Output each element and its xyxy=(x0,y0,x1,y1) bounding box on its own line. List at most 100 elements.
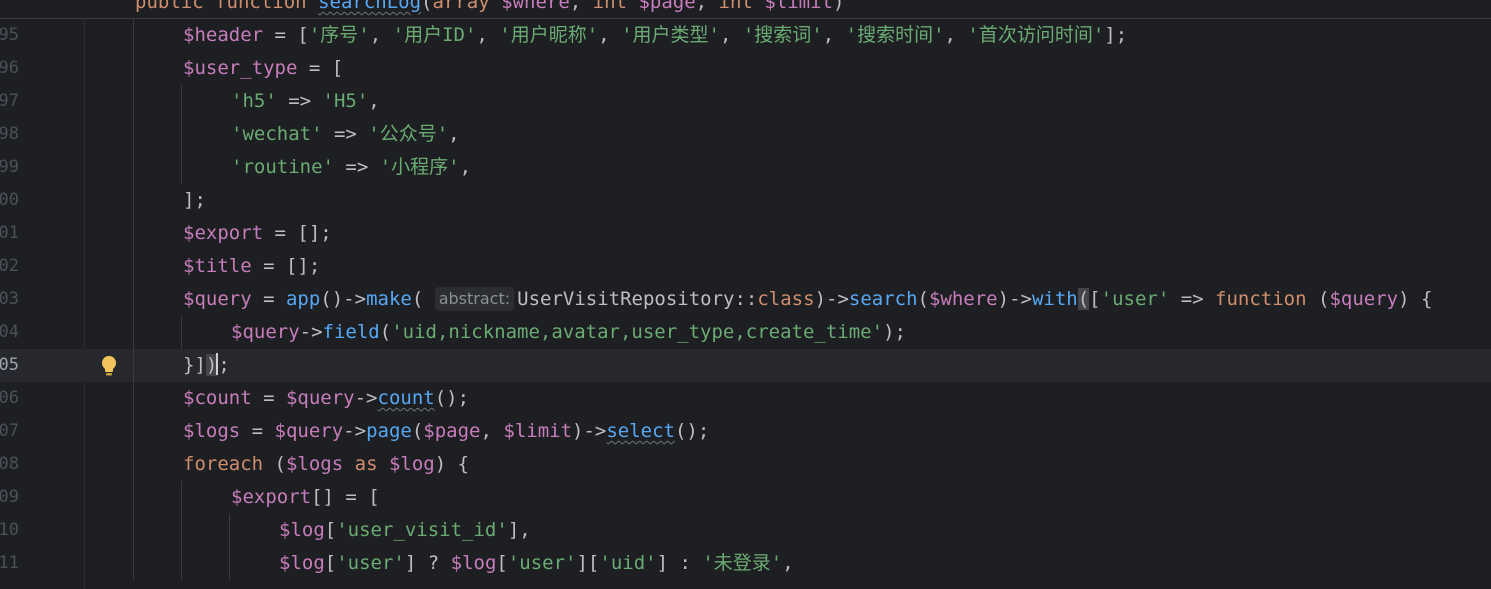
code-line[interactable]: 11 $log['user'] ? $log['user']['uid'] : '… xyxy=(0,547,1491,580)
indent-guide xyxy=(181,547,182,580)
code-token: , xyxy=(448,123,460,145)
code-token: 'wechat' xyxy=(231,123,323,145)
code-token: 'user' xyxy=(507,552,577,574)
code-line[interactable]: 97 'h5' => 'H5', xyxy=(0,85,1491,118)
code-token: $header xyxy=(183,24,264,46)
code-token: (); xyxy=(674,420,710,442)
line-number[interactable]: 05 xyxy=(0,349,19,382)
line-number[interactable]: 07 xyxy=(0,415,19,448)
code-token: $export xyxy=(183,222,264,244)
line-number[interactable]: 97 xyxy=(0,85,19,118)
code-line[interactable]: 05}]); xyxy=(0,349,1491,382)
indent-guide xyxy=(133,250,134,283)
code-token: , xyxy=(476,24,500,46)
lightbulb-icon[interactable] xyxy=(99,355,119,377)
line-number[interactable]: 96 xyxy=(0,52,19,85)
line-number[interactable]: 02 xyxy=(0,250,19,283)
line-number[interactable]: 95 xyxy=(0,19,19,52)
indent-guide xyxy=(181,481,182,514)
indent-guide xyxy=(133,481,134,514)
line-number[interactable]: 09 xyxy=(0,481,19,514)
code-token: [ xyxy=(1089,288,1101,310)
indent-guide xyxy=(133,118,134,151)
code-token: -> xyxy=(354,387,378,409)
code-token: '小程序' xyxy=(379,156,460,178)
code-line[interactable]: 99 'routine' => '小程序', xyxy=(0,151,1491,184)
code-token: 'H5' xyxy=(322,90,369,112)
code-line[interactable]: 98 'wechat' => '公众号', xyxy=(0,118,1491,151)
code-line[interactable]: 08 foreach ($logs as $log) { xyxy=(0,448,1491,481)
code-line[interactable]: 02 $title = []; xyxy=(0,250,1491,283)
code-line[interactable]: 96 $user_type = [ xyxy=(0,52,1491,85)
line-number[interactable]: 03 xyxy=(0,283,19,316)
line-code: 'h5' => 'H5', xyxy=(231,85,380,118)
line-number[interactable]: 04 xyxy=(0,316,19,349)
code-token: select xyxy=(606,420,675,442)
code-token: '用户类型' xyxy=(621,24,720,46)
code-token: , xyxy=(480,420,504,442)
indent-guide xyxy=(133,316,134,349)
indent-guide xyxy=(133,547,134,580)
code-token: as xyxy=(354,453,378,475)
code-token: 'uid,nickname,avatar,user_type,create_ti… xyxy=(391,321,884,343)
indent-guide xyxy=(229,547,230,580)
indent-guide xyxy=(181,85,182,118)
code-token: , xyxy=(598,24,622,46)
line-number[interactable]: 01 xyxy=(0,217,19,250)
code-line[interactable]: 95 $header = ['序号', '用户ID', '用户昵称', '用户类型… xyxy=(0,19,1491,52)
line-number[interactable]: 11 xyxy=(0,547,19,580)
code-token: ], xyxy=(507,519,531,541)
code-line[interactable]: 07 $logs = $query->page($page, $limit)->s… xyxy=(0,415,1491,448)
line-code: 'wechat' => '公众号', xyxy=(231,118,460,151)
code-token: app xyxy=(285,288,321,310)
code-token: ) { xyxy=(434,453,470,475)
indent-guide xyxy=(181,316,182,349)
code-token: int xyxy=(718,0,753,13)
line-number[interactable]: 06 xyxy=(0,382,19,415)
sticky-header-code: public function searchLog(array $where, … xyxy=(135,0,844,18)
code-token: 'routine' xyxy=(231,156,334,178)
code-token: ] ? xyxy=(404,552,451,574)
code-token: $title xyxy=(183,255,252,277)
code-token: $page xyxy=(423,420,481,442)
code-token: (); xyxy=(434,387,470,409)
code-line[interactable]: 06 $count = $query->count(); xyxy=(0,382,1491,415)
sticky-function-header[interactable]: public function searchLog(array $where, … xyxy=(0,0,1491,19)
code-token: $logs xyxy=(285,453,344,475)
code-editor[interactable]: 94{95$header = ['序号', '用户ID', '用户昵称', '用… xyxy=(0,0,1491,589)
line-code: $count = $query->count(); xyxy=(183,382,469,415)
indent-guide xyxy=(133,283,134,316)
code-token: ( xyxy=(263,453,286,475)
code-line[interactable]: 10 $log['user_visit_id'], xyxy=(0,514,1491,547)
code-token: ( xyxy=(1306,288,1330,310)
indent-guide xyxy=(181,118,182,151)
code-token: ]; xyxy=(1104,24,1128,46)
code-line[interactable]: 04 $query->field('uid,nickname,avatar,use… xyxy=(0,316,1491,349)
code-token: $count xyxy=(183,387,252,409)
code-line[interactable]: 03 $query = app()->make( abstract: UserVis… xyxy=(0,283,1491,316)
code-token: ] : xyxy=(656,552,703,574)
line-number[interactable]: 00 xyxy=(0,184,19,217)
code-token: , xyxy=(368,90,380,112)
code-lines[interactable]: 94{95$header = ['序号', '用户ID', '用户昵称', '用… xyxy=(0,0,1491,589)
line-number[interactable]: 10 xyxy=(0,514,19,547)
code-line[interactable]: 09 $export[] = [ xyxy=(0,481,1491,514)
code-token: = [ xyxy=(297,57,344,79)
code-token: )-> xyxy=(997,288,1032,310)
line-number[interactable]: 99 xyxy=(0,151,19,184)
line-code: $logs = $query->page($page, $limit)->sel… xyxy=(183,415,709,448)
indent-guide xyxy=(133,448,134,481)
code-token: => xyxy=(333,156,380,178)
code-line[interactable]: 01 $export = []; xyxy=(0,217,1491,250)
code-token: $page xyxy=(638,0,696,13)
code-token: count xyxy=(377,387,435,409)
code-token: = xyxy=(251,387,286,409)
code-line[interactable]: 00]; xyxy=(0,184,1491,217)
code-token: [] = [ xyxy=(311,486,380,508)
line-number[interactable]: 08 xyxy=(0,448,19,481)
line-number[interactable]: 98 xyxy=(0,118,19,151)
code-token: '用户ID' xyxy=(392,24,477,46)
